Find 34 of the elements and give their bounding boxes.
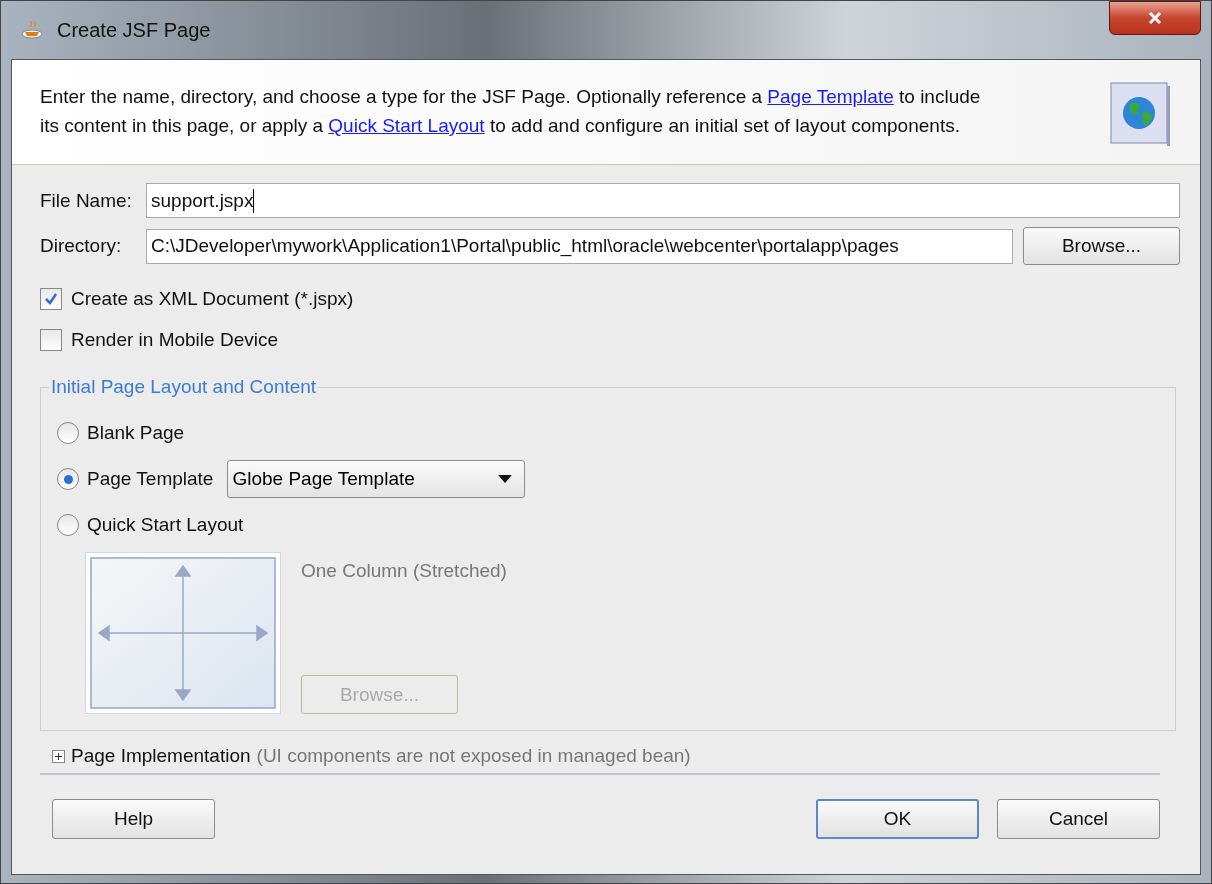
radio-label: Quick Start Layout <box>87 514 244 536</box>
field-label: Directory: <box>40 235 123 257</box>
radio-label: Page Template <box>87 468 214 490</box>
section-note: (UI components are not exposed in managed bean) <box>256 745 691 767</box>
checkbox-label: Render in Mobile Device <box>71 329 278 351</box>
window-title: Create JSF Page <box>57 18 211 42</box>
dialog-button[interactable]: Help <box>52 799 215 839</box>
checkbox[interactable] <box>40 329 62 351</box>
group-title: Initial Page Layout and Content <box>50 376 318 398</box>
radio-button[interactable] <box>57 468 79 490</box>
checkbox-label: Create as XML Document (*.jspx) <box>71 288 354 310</box>
coffee-cup-icon <box>21 20 45 40</box>
layout-name: One Column (Stretched) <box>301 560 507 582</box>
radio-button[interactable] <box>57 422 79 444</box>
template-dropdown[interactable]: Globe Page Template <box>227 460 526 498</box>
dialog-button[interactable]: Cancel <box>997 799 1160 839</box>
text-field[interactable]: support.jspx <box>146 183 1180 218</box>
help-link[interactable]: Quick Start Layout <box>328 115 485 136</box>
checkbox[interactable] <box>40 288 62 310</box>
dialog-button[interactable]: OK <box>816 799 979 839</box>
radio-label: Blank Page <box>87 422 185 444</box>
section-title[interactable]: Page Implementation <box>71 745 251 767</box>
help-link[interactable]: Page Template <box>767 86 894 107</box>
text-field[interactable]: C:\JDeveloper\mywork\Application1\Portal\public_html\oracle\webcenter\portalapp\pages <box>146 228 1013 264</box>
field-label: File Name: <box>40 189 133 212</box>
close-icon <box>1148 11 1162 25</box>
description-text: Enter the name, directory, and choose a type for the JSF Page. Optionally reference a Page Template to include its content in this page, or apply a Quick Start Layout to add and configure an initial set of layout components. <box>40 85 982 138</box>
globe-icon <box>1110 82 1170 146</box>
radio-button[interactable] <box>57 514 79 536</box>
expand-icon[interactable] <box>52 749 65 763</box>
checkmark-icon <box>44 292 58 306</box>
dropdown-arrow-icon <box>498 475 513 483</box>
close-button[interactable] <box>1109 1 1201 35</box>
browse-button[interactable]: Browse... <box>1023 227 1180 265</box>
